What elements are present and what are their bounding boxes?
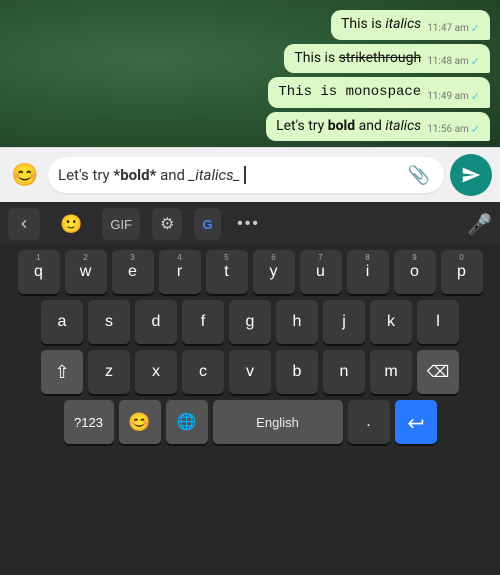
key-row-1: 1q 2w 3e 4r 5t 6y 7u 8i 9o 0p bbox=[3, 250, 497, 294]
send-button[interactable] bbox=[450, 154, 492, 196]
key-x[interactable]: x bbox=[135, 350, 177, 394]
message-bubble: Let's try bold and italics 11:56 am ✓ bbox=[266, 112, 490, 142]
read-receipt: ✓ bbox=[471, 123, 480, 136]
key-h[interactable]: h bbox=[276, 300, 318, 344]
read-receipt: ✓ bbox=[471, 55, 480, 68]
message-meta: 11:49 am ✓ bbox=[427, 90, 480, 103]
gif-button[interactable]: GIF bbox=[102, 208, 140, 240]
key-v[interactable]: v bbox=[229, 350, 271, 394]
key-n[interactable]: n bbox=[323, 350, 365, 394]
emoji-key[interactable]: 😊 bbox=[119, 400, 161, 444]
message-time: 11:47 am bbox=[427, 23, 469, 34]
key-d[interactable]: d bbox=[135, 300, 177, 344]
input-area: 😊 Let's try *bold* and _italics_ 📎 bbox=[0, 147, 500, 202]
key-a[interactable]: a bbox=[41, 300, 83, 344]
period-key[interactable]: . bbox=[348, 400, 390, 444]
key-s[interactable]: s bbox=[88, 300, 130, 344]
key-c[interactable]: c bbox=[182, 350, 224, 394]
message-text: Let's try bold and italics bbox=[276, 117, 421, 137]
message-time: 11:49 am bbox=[427, 91, 469, 102]
settings-button[interactable]: ⚙ bbox=[152, 208, 182, 240]
key-w[interactable]: 2w bbox=[65, 250, 107, 294]
translate-button[interactable]: G bbox=[194, 208, 220, 240]
key-row-3: ⇧ z x c v b n m ⌫ bbox=[3, 350, 497, 394]
key-row-2: a s d f g h j k l bbox=[3, 300, 497, 344]
key-f[interactable]: f bbox=[182, 300, 224, 344]
send-icon bbox=[461, 165, 481, 185]
sticker-button[interactable]: 🙂 bbox=[52, 208, 90, 240]
attach-button[interactable]: 📎 bbox=[404, 165, 434, 186]
message-bubble: This is monospace 11:49 am ✓ bbox=[268, 77, 490, 108]
globe-key[interactable]: 🌐 bbox=[166, 400, 208, 444]
message-text: This is italics bbox=[341, 15, 421, 35]
more-button[interactable]: ••• bbox=[233, 208, 265, 240]
mic-button[interactable]: 🎤 bbox=[467, 212, 492, 237]
space-label: English bbox=[256, 415, 299, 430]
enter-icon bbox=[406, 414, 426, 430]
key-z[interactable]: z bbox=[88, 350, 130, 394]
key-q[interactable]: 1q bbox=[18, 250, 60, 294]
key-m[interactable]: m bbox=[370, 350, 412, 394]
message-time: 11:56 am bbox=[427, 124, 469, 135]
message-input[interactable]: Let's try *bold* and _italics_ 📎 bbox=[48, 157, 444, 193]
sym-key[interactable]: ?123 bbox=[64, 400, 114, 444]
key-g[interactable]: g bbox=[229, 300, 271, 344]
delete-key[interactable]: ⌫ bbox=[417, 350, 459, 394]
emoji-button[interactable]: 😊 bbox=[8, 158, 42, 192]
enter-key[interactable] bbox=[395, 400, 437, 444]
shift-key[interactable]: ⇧ bbox=[41, 350, 83, 394]
key-b[interactable]: b bbox=[276, 350, 318, 394]
key-j[interactable]: j bbox=[323, 300, 365, 344]
key-r[interactable]: 4r bbox=[159, 250, 201, 294]
key-p[interactable]: 0p bbox=[441, 250, 483, 294]
keyboard: 1q 2w 3e 4r 5t 6y 7u 8i 9o 0p a s d f g … bbox=[0, 246, 500, 575]
gif-label: GIF bbox=[110, 217, 132, 232]
message-bubble: This is strikethrough 11:48 am ✓ bbox=[284, 44, 490, 74]
keyboard-toolbar: 🙂 GIF ⚙ G ••• 🎤 bbox=[0, 202, 500, 246]
input-text: Let's try *bold* and _italics_ bbox=[58, 166, 404, 184]
key-row-4: ?123 😊 🌐 English . bbox=[3, 400, 497, 444]
message-text: This is strikethrough bbox=[294, 49, 421, 69]
message-meta: 11:56 am ✓ bbox=[427, 123, 480, 136]
message-bubble: This is italics 11:47 am ✓ bbox=[331, 10, 490, 40]
message-meta: 11:48 am ✓ bbox=[427, 55, 480, 68]
key-l[interactable]: l bbox=[417, 300, 459, 344]
message-time: 11:48 am bbox=[427, 56, 469, 67]
read-receipt: ✓ bbox=[471, 90, 480, 103]
space-key[interactable]: English bbox=[213, 400, 343, 444]
key-u[interactable]: 7u bbox=[300, 250, 342, 294]
key-e[interactable]: 3e bbox=[112, 250, 154, 294]
read-receipt: ✓ bbox=[471, 22, 480, 35]
key-o[interactable]: 9o bbox=[394, 250, 436, 294]
message-meta: 11:47 am ✓ bbox=[427, 22, 480, 35]
message-text: This is monospace bbox=[278, 82, 421, 103]
keyboard-back-button[interactable] bbox=[8, 208, 40, 240]
key-i[interactable]: 8i bbox=[347, 250, 389, 294]
key-k[interactable]: k bbox=[370, 300, 412, 344]
key-t[interactable]: 5t bbox=[206, 250, 248, 294]
key-y[interactable]: 6y bbox=[253, 250, 295, 294]
toolbar-left: 🙂 GIF ⚙ G ••• bbox=[8, 208, 265, 240]
chat-area: This is italics 11:47 am ✓ This is strik… bbox=[0, 0, 500, 147]
back-icon bbox=[16, 216, 32, 232]
